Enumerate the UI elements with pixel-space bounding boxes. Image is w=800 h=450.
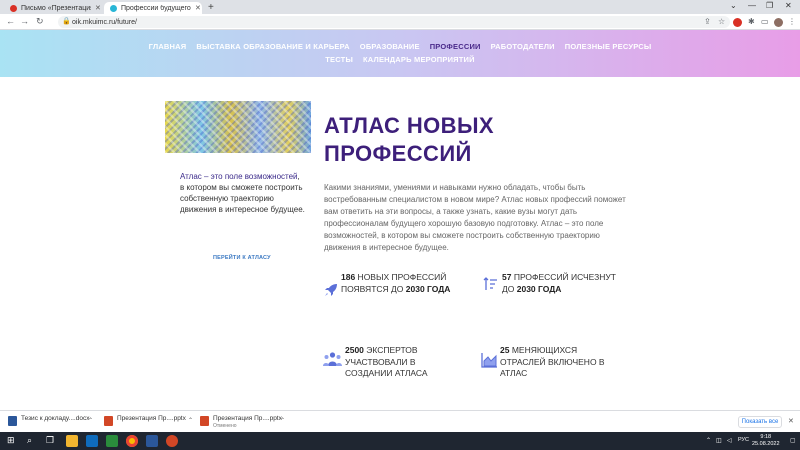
tab-mail[interactable]: Письмо «Презентация Профе... ✕ [4, 2, 102, 14]
puzzle-extensions-icon[interactable]: ✱ [748, 17, 755, 26]
file-explorer-icon[interactable] [66, 435, 78, 447]
extension-icon[interactable] [733, 18, 742, 27]
url-text: oik.mkuimc.ru/future/ [72, 18, 137, 26]
download-item[interactable]: Презентация Пр....pptx Отменено ⌃ [200, 415, 290, 431]
download-status: Отменено [213, 423, 237, 429]
stat-experts: 2500 ЭКСПЕРТОВ УЧАСТВОВАЛИ В СОЗДАНИИ АТ… [345, 345, 455, 380]
nav-useful-resources[interactable]: ПОЛЕЗНЫЕ РЕСУРСЫ [565, 42, 652, 51]
downloads-bar: Тезис к докладу....docx ⌃ Презентация Пр… [0, 410, 800, 432]
stat-industries: 25 МЕНЯЮЩИХСЯ ОТРАСЛЕЙ ВКЛЮЧЕНО В АТЛАС [500, 345, 620, 380]
chevron-up-icon[interactable]: ⌃ [88, 417, 93, 424]
stat-year: 2030 ГОДА [405, 283, 451, 294]
forward-icon[interactable]: → [20, 16, 29, 26]
nav-tests[interactable]: ТЕСТЫ [325, 55, 353, 64]
share-icon[interactable]: ⇪ [704, 17, 711, 26]
network-icon[interactable]: ◫ [716, 437, 722, 444]
download-name: Тезис к докладу....docx [21, 415, 90, 422]
address-bar[interactable]: 🔒 oik.mkuimc.ru/future/ [58, 16, 730, 28]
chevron-down-icon[interactable]: ⌄ [730, 1, 737, 10]
atlas-cover-image [165, 101, 311, 153]
browser-tab-strip: Письмо «Презентация Профе... ✕ Профессии… [0, 0, 800, 14]
site-header: ГЛАВНАЯ ВЫСТАВКА ОБРАЗОВАНИЕ И КАРЬЕРА О… [0, 30, 800, 77]
nav-events-calendar[interactable]: КАЛЕНДАРЬ МЕРОПРИЯТИЙ [363, 55, 475, 64]
go-to-atlas-link[interactable]: ПЕРЕЙТИ К АТЛАСУ [213, 255, 271, 261]
more-menu-icon[interactable]: ⋮ [788, 17, 796, 26]
reload-icon[interactable]: ↻ [36, 16, 44, 27]
back-icon[interactable]: ← [6, 16, 15, 26]
sidebar-icon[interactable]: ▭ [761, 17, 769, 26]
chrome-icon[interactable] [126, 435, 138, 447]
minimize-icon[interactable]: — [748, 1, 756, 10]
windows-start-icon[interactable]: ⊞ [7, 435, 15, 446]
tab-title: Письмо «Презентация Профе... [21, 4, 91, 12]
main-nav-row-1: ГЛАВНАЯ ВЫСТАВКА ОБРАЗОВАНИЕ И КАРЬЕРА О… [0, 42, 800, 51]
download-name: Презентация Пр....pptx [117, 415, 186, 422]
gmail-icon [10, 4, 17, 12]
powerpoint-icon[interactable] [166, 435, 178, 447]
stat-new-professions: 186 НОВЫХ ПРОФЕССИЙ ПОЯВЯТСЯ ДО 2030 ГОД… [341, 272, 459, 295]
download-name: Презентация Пр....pptx [213, 415, 282, 422]
download-item[interactable]: Тезис к докладу....docx ⌃ [8, 415, 98, 431]
title-line-2: ПРОФЕССИЙ [324, 141, 472, 166]
windows-taskbar: ⊞ ⌕ ❐ ⌃ ◫ ◁ РУС 9:18 25.08.2022 ▢ [0, 432, 800, 450]
window-close-icon[interactable]: ✕ [785, 1, 792, 10]
search-icon[interactable]: ⌕ [27, 435, 32, 446]
close-icon[interactable]: ✕ [788, 417, 794, 425]
chevron-up-icon[interactable]: ⌃ [188, 417, 193, 424]
tray-chevron-icon[interactable]: ⌃ [706, 437, 711, 444]
atlas-quote: Атлас – это поле возможностей, в котором… [180, 171, 305, 215]
taskbar-clock[interactable]: 9:18 25.08.2022 [752, 434, 780, 448]
bookmark-star-icon[interactable]: ☆ [718, 17, 725, 26]
rocket-icon [325, 284, 337, 296]
area-chart-icon [481, 353, 497, 368]
chevron-up-icon[interactable]: ⌃ [280, 417, 285, 424]
nav-home[interactable]: ГЛАВНАЯ [149, 42, 187, 51]
notifications-icon[interactable]: ▢ [790, 437, 796, 444]
people-group-icon [323, 352, 342, 366]
lock-icon: 🔒 [62, 18, 71, 25]
close-icon[interactable]: ✕ [95, 4, 101, 12]
show-all-downloads-button[interactable]: Показать все [738, 416, 782, 428]
stat-year: 2030 ГОДА [516, 283, 562, 294]
new-tab-icon[interactable]: + [208, 2, 214, 13]
stat-number: 2500 [345, 345, 364, 355]
task-view-icon[interactable]: ❐ [46, 435, 54, 446]
stat-disappearing-professions: 57 ПРОФЕССИЙ ИСЧЕЗНУТ ДО 2030 ГОДА [502, 272, 622, 295]
powerpoint-icon [200, 416, 209, 426]
profile-avatar[interactable] [774, 18, 783, 27]
stat-number: 186 [341, 272, 356, 282]
tab-future-professions[interactable]: Профессии будущего ✕ [104, 2, 202, 14]
clock-time: 9:18 [760, 434, 772, 440]
input-language[interactable]: РУС [738, 437, 749, 443]
powerpoint-icon [104, 416, 113, 426]
restore-icon[interactable]: ❐ [766, 1, 773, 10]
tab-title: Профессии будущего [121, 4, 191, 12]
nav-exhibition[interactable]: ВЫСТАВКА ОБРАЗОВАНИЕ И КАРЬЕРА [196, 42, 349, 51]
stat-text: МЕНЯЮЩИХСЯ ОТРАСЛЕЙ ВКЛЮЧЕНО В АТЛАС [500, 345, 605, 378]
title-line-1: АТЛАС НОВЫХ [324, 113, 494, 138]
site-favicon-icon [110, 4, 117, 12]
nav-employers[interactable]: РАБОТОДАТЕЛИ [491, 42, 555, 51]
download-item[interactable]: Презентация Пр....pptx ⌃ [104, 415, 194, 431]
nav-professions[interactable]: ПРОФЕССИИ [430, 42, 481, 51]
quote-highlight: Атлас – это поле возможностей [180, 172, 298, 181]
word-icon[interactable] [146, 435, 158, 447]
browser-toolbar: ← → ↻ 🔒 oik.mkuimc.ru/future/ ⇪ ☆ ✱ ▭ ⋮ [0, 14, 800, 30]
intro-paragraph: Какими знаниями, умениями и навыками нуж… [324, 183, 626, 252]
nav-education[interactable]: ОБРАЗОВАНИЕ [360, 42, 420, 51]
app-icon[interactable] [106, 435, 118, 447]
page-title: АТЛАС НОВЫХ ПРОФЕССИЙ [324, 112, 524, 168]
word-doc-icon [8, 416, 17, 426]
outlook-icon[interactable] [86, 435, 98, 447]
main-nav-row-2: ТЕСТЫ КАЛЕНДАРЬ МЕРОПРИЯТИЙ [0, 55, 800, 64]
close-icon[interactable]: ✕ [195, 4, 201, 12]
volume-icon[interactable]: ◁ [727, 437, 732, 444]
sort-descending-icon [483, 277, 497, 290]
clock-date: 25.08.2022 [752, 441, 780, 447]
